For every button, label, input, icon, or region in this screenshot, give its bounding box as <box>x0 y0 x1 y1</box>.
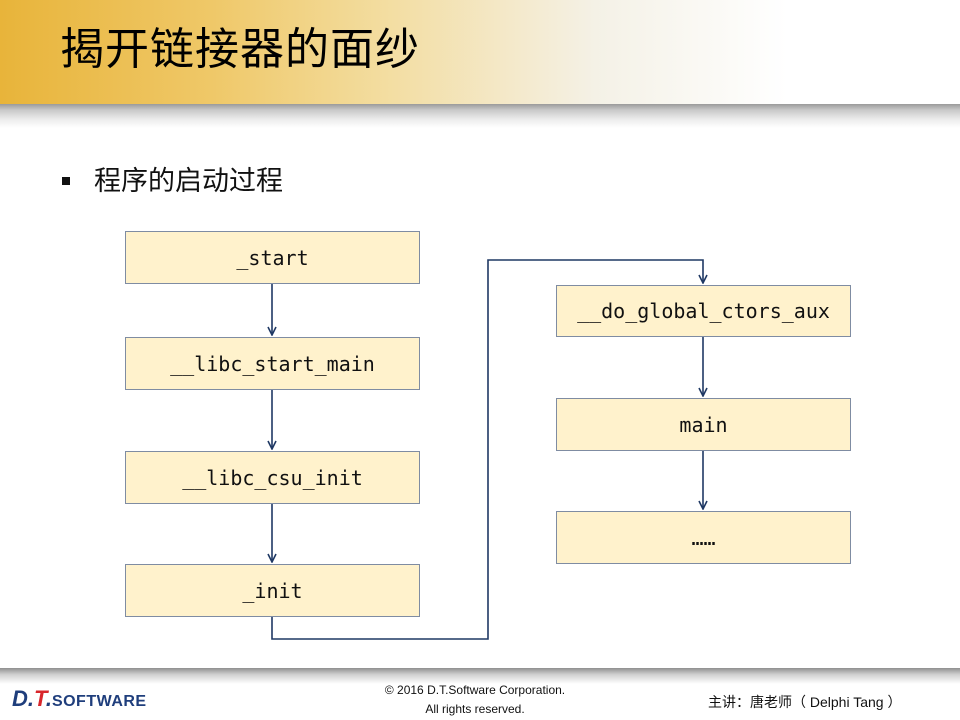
box-libc-csu-init: __libc_csu_init <box>125 451 420 504</box>
box-libc-start-main: __libc_start_main <box>125 337 420 390</box>
logo-dt: D.T. <box>12 686 52 711</box>
box-do-global-ctors-aux: __do_global_ctors_aux <box>556 285 851 337</box>
dt-software-logo: D.T.SOFTWARE <box>12 686 147 712</box>
box-main: main <box>556 398 851 451</box>
copyright-line-1: © 2016 D.T.Software Corporation. <box>384 683 566 697</box>
copyright: © 2016 D.T.Software Corporation. All rig… <box>330 681 620 719</box>
box-ellipsis: …… <box>556 511 851 564</box>
presenter-credit: 主讲：唐老师（ Delphi Tang ） <box>708 694 902 710</box>
logo-software: SOFTWARE <box>51 693 147 710</box>
box-start: _start <box>125 231 420 284</box>
box-init: _init <box>125 564 420 617</box>
copyright-line-2: All rights reserved. <box>425 702 525 716</box>
